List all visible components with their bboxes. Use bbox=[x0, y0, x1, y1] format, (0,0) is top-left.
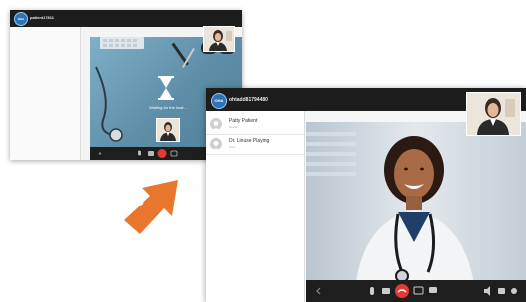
self-view-thumbnail[interactable] bbox=[203, 26, 235, 52]
video-call-window: OHA ohtadd81794480 Patty Patient Guest D… bbox=[206, 88, 526, 302]
session-id: patient17811 bbox=[30, 15, 55, 20]
participant-item[interactable]: Patty Patient Guest bbox=[206, 115, 304, 135]
hourglass-icon bbox=[158, 76, 174, 100]
participants-sidebar: Patty Patient Guest Dr. Linuse Playing H… bbox=[206, 111, 305, 302]
end-call-icon[interactable] bbox=[395, 284, 409, 298]
self-view-thumbnail[interactable] bbox=[466, 92, 521, 136]
step-arrow-shape bbox=[124, 180, 178, 234]
app-logo: OHA bbox=[211, 93, 227, 109]
settings-icon[interactable] bbox=[498, 288, 505, 294]
participant-item[interactable]: Dr. Linuse Playing Host bbox=[206, 135, 304, 155]
participant-name: Dr. Linuse Playing bbox=[229, 138, 270, 144]
app-logo: OHA bbox=[14, 12, 28, 26]
volume-icon[interactable] bbox=[484, 286, 490, 296]
participant-role: Guest bbox=[229, 125, 238, 129]
avatar bbox=[210, 138, 222, 150]
chevron-left-icon[interactable] bbox=[316, 287, 321, 295]
waiting-status-text: Waiting for the host... bbox=[149, 105, 187, 110]
camera-icon[interactable] bbox=[382, 288, 390, 294]
chat-icon[interactable] bbox=[429, 287, 437, 293]
participant-name: Patty Patient bbox=[229, 118, 258, 124]
self-view-preview[interactable] bbox=[156, 118, 180, 142]
participants-sidebar bbox=[10, 27, 81, 160]
call-controls-bar bbox=[306, 280, 526, 302]
screen-share-icon[interactable] bbox=[413, 286, 424, 295]
remote-video bbox=[306, 122, 526, 302]
mic-icon[interactable] bbox=[370, 287, 374, 295]
fullscreen-icon[interactable] bbox=[511, 288, 517, 294]
doctor-video-image bbox=[306, 122, 526, 302]
session-id: ohtadd81794480 bbox=[229, 97, 268, 103]
avatar bbox=[210, 118, 222, 130]
app-header: OHA patient17811 bbox=[10, 10, 242, 27]
step-arrow-icon bbox=[124, 180, 178, 234]
participant-role: Host bbox=[229, 145, 236, 149]
step-number: 5 bbox=[134, 190, 145, 210]
